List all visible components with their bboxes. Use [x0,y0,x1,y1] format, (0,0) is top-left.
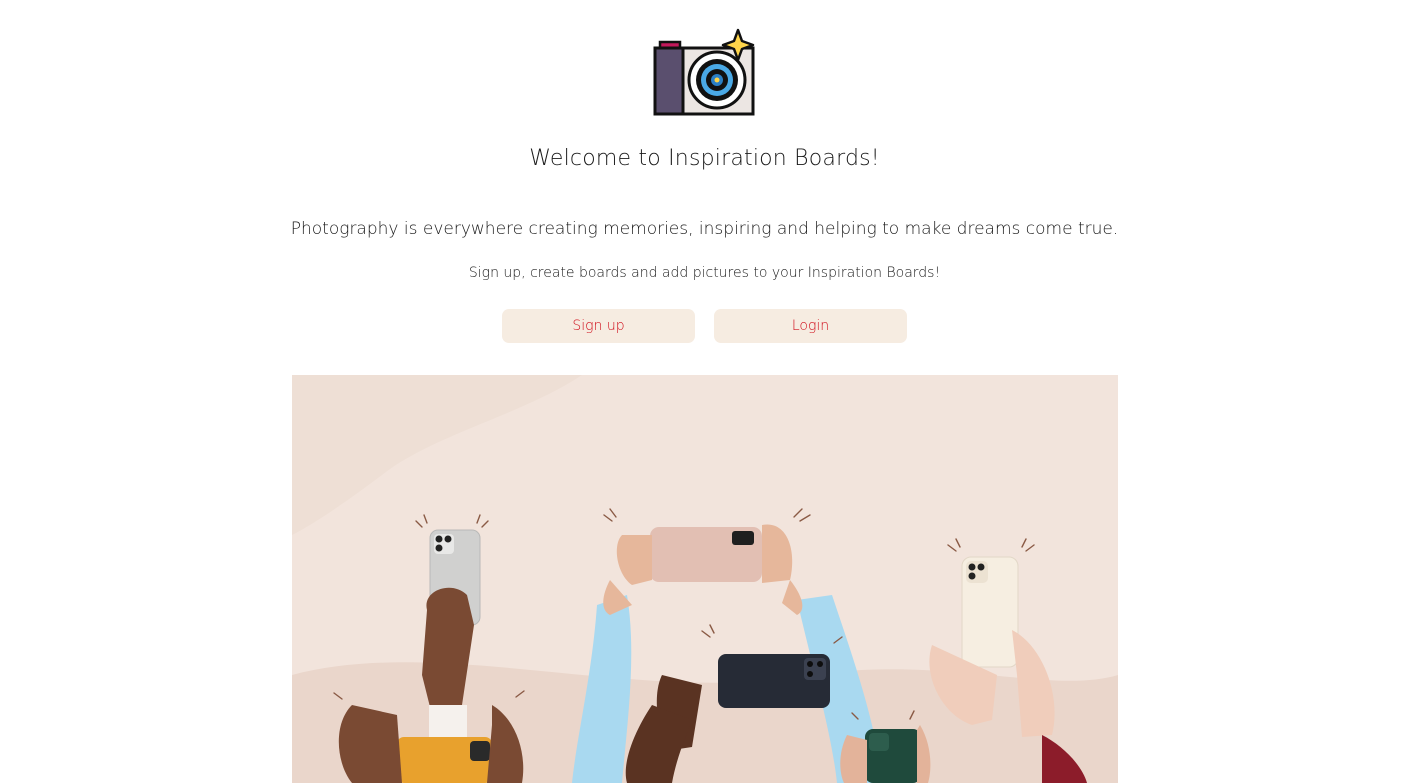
login-button[interactable]: Login [714,309,907,343]
page-title: Welcome to Inspiration Boards! [529,146,880,171]
landing-page: Welcome to Inspiration Boards! Photograp… [0,0,1409,783]
hands-holding-smartphones-image [292,375,1118,783]
subline-text: Sign up, create boards and add pictures … [468,265,941,281]
camera-icon [651,28,759,118]
signup-button[interactable]: Sign up [502,309,695,343]
tagline-text: Photography is everywhere creating memor… [290,219,1119,239]
